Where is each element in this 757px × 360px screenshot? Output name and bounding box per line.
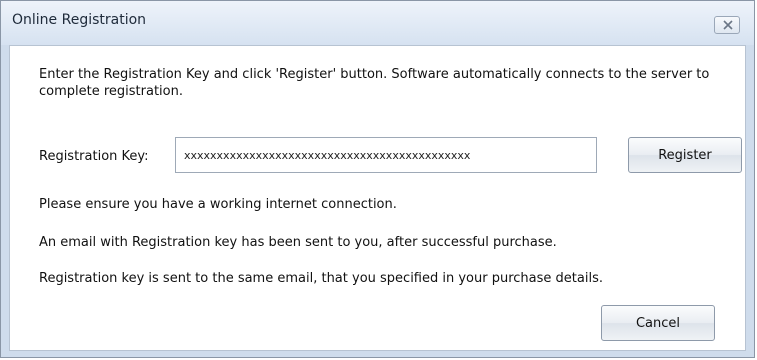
title-bar: Online Registration xyxy=(1,1,754,45)
online-registration-dialog: Online Registration Enter the Registrati… xyxy=(0,0,755,358)
registration-key-input[interactable] xyxy=(175,137,597,173)
info-line-email-sent: An email with Registration key has been … xyxy=(39,235,557,250)
info-line-same-email: Registration key is sent to the same ema… xyxy=(39,271,603,286)
info-line-connection: Please ensure you have a working interne… xyxy=(39,197,397,212)
close-icon xyxy=(723,20,733,30)
register-button[interactable]: Register xyxy=(628,137,742,173)
close-button[interactable] xyxy=(714,16,740,34)
intro-text: Enter the Registration Key and click 'Re… xyxy=(39,67,710,99)
cancel-button[interactable]: Cancel xyxy=(601,305,715,341)
registration-key-label: Registration Key: xyxy=(39,149,149,164)
dialog-content: Enter the Registration Key and click 'Re… xyxy=(9,45,746,351)
window-title: Online Registration xyxy=(12,12,147,28)
